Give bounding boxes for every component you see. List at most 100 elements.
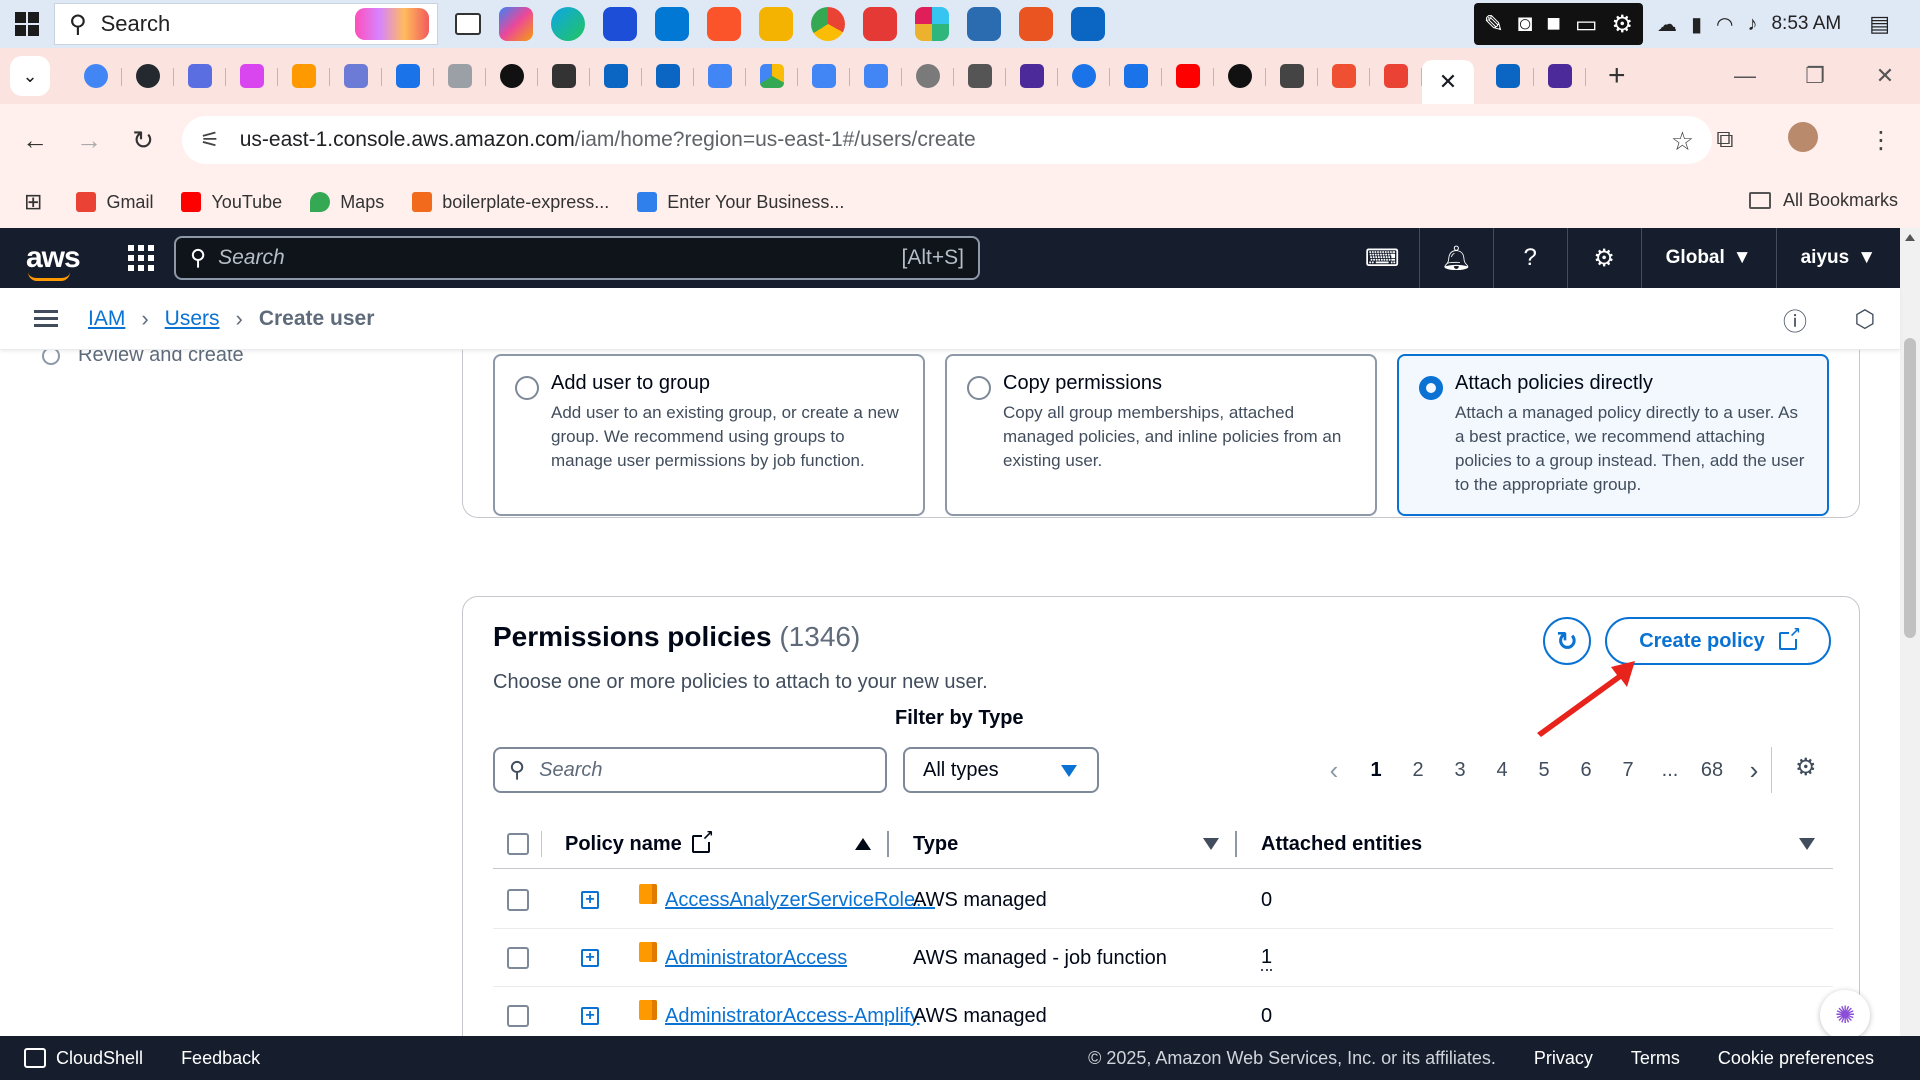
page-2[interactable]: 2 <box>1397 759 1439 782</box>
cloudshell-button[interactable]: CloudShell <box>24 1048 143 1069</box>
scroll-thumb[interactable] <box>1904 338 1916 638</box>
volume-icon[interactable]: ♪ <box>1747 13 1757 36</box>
option-add-to-group[interactable]: Add user to group Add user to an existin… <box>493 354 925 516</box>
policy-search-input[interactable]: ⚲ Search <box>493 747 887 793</box>
tab[interactable] <box>122 56 174 96</box>
office-icon[interactable] <box>863 7 897 41</box>
row-checkbox[interactable] <box>507 947 529 969</box>
aws-logo[interactable]: aws <box>26 241 81 281</box>
tab[interactable] <box>486 56 538 96</box>
page-68[interactable]: 68 <box>1691 759 1733 782</box>
snip-icon[interactable]: ✎ <box>1484 10 1504 39</box>
column-type[interactable]: Type <box>913 819 958 869</box>
bookmark-business[interactable]: Enter Your Business... <box>637 192 844 213</box>
aws-search-input[interactable]: ⚲ Search [Alt+S] <box>174 236 980 280</box>
bookmark-youtube[interactable]: YouTube <box>181 192 282 213</box>
bookmark-maps[interactable]: Maps <box>310 192 384 213</box>
sort-icon[interactable] <box>1203 819 1219 869</box>
expand-icon[interactable]: + <box>581 891 599 909</box>
row-checkbox[interactable] <box>507 889 529 911</box>
weather-icon[interactable]: ☁ <box>1657 12 1677 37</box>
option-copy-permissions[interactable]: Copy permissions Copy all group membersh… <box>945 354 1377 516</box>
tab[interactable] <box>1370 56 1422 96</box>
breadcrumb-iam[interactable]: IAM <box>88 307 125 331</box>
edge-icon[interactable] <box>551 7 585 41</box>
bell-icon[interactable]: 🔔︎ <box>1420 228 1494 288</box>
assistant-brain-icon[interactable]: ✺ <box>1820 990 1870 1036</box>
privacy-link[interactable]: Privacy <box>1534 1048 1593 1069</box>
camera-icon[interactable]: ◙ <box>1518 10 1533 38</box>
policy-link[interactable]: AdministratorAccess <box>665 947 847 970</box>
tab[interactable] <box>382 56 434 96</box>
notification-icon[interactable]: ▤ <box>1869 11 1890 37</box>
tab[interactable] <box>850 56 902 96</box>
tab[interactable] <box>434 56 486 96</box>
page-1[interactable]: 1 <box>1355 759 1397 782</box>
cookie-preferences-link[interactable]: Cookie preferences <box>1718 1048 1874 1069</box>
task-view-icon[interactable] <box>455 13 481 35</box>
attached-entities[interactable]: 1 <box>1261 946 1273 971</box>
scroll-up-icon[interactable] <box>1905 234 1915 241</box>
table-settings-icon[interactable]: ⚙ <box>1795 753 1817 782</box>
external-link-icon[interactable] <box>691 828 714 853</box>
vertical-scrollbar[interactable] <box>1900 228 1920 1036</box>
tab[interactable] <box>1534 56 1586 96</box>
all-bookmarks[interactable]: All Bookmarks <box>1748 190 1898 211</box>
account-menu[interactable]: aiyus ▼ <box>1777 228 1900 288</box>
file-explorer-icon[interactable] <box>759 7 793 41</box>
select-all-checkbox[interactable] <box>507 819 529 869</box>
tab[interactable] <box>1266 56 1318 96</box>
sort-icon[interactable] <box>1799 819 1815 869</box>
type-filter-select[interactable]: All types <box>903 747 1099 793</box>
brave-icon[interactable] <box>707 7 741 41</box>
info-icon[interactable]: ⓘ <box>1760 302 1830 337</box>
chrome-icon[interactable] <box>811 7 845 41</box>
minimize-icon[interactable]: — <box>1710 63 1780 89</box>
tab[interactable] <box>954 56 1006 96</box>
sort-ascending-icon[interactable] <box>855 819 871 869</box>
wifi-icon[interactable]: ◠ <box>1716 12 1733 37</box>
checkbox[interactable] <box>507 833 529 855</box>
gear-icon[interactable]: ⚙ <box>1612 10 1634 39</box>
tab[interactable] <box>1058 56 1110 96</box>
close-window-icon[interactable]: ✕ <box>1850 63 1920 89</box>
tab[interactable] <box>330 56 382 96</box>
region-selector[interactable]: Global ▼ <box>1642 228 1777 288</box>
copilot-icon[interactable] <box>499 7 533 41</box>
forward-icon[interactable]: → <box>62 125 116 156</box>
page-6[interactable]: 6 <box>1565 759 1607 782</box>
page-4[interactable]: 4 <box>1481 759 1523 782</box>
bookmark-boilerplate[interactable]: boilerplate-express... <box>412 192 609 213</box>
clock[interactable]: 8:53 AM <box>1771 13 1841 35</box>
site-info-icon[interactable]: ⚟ <box>200 127 220 153</box>
policy-link[interactable]: AdministratorAccess-Amplify <box>665 1005 920 1028</box>
page-5[interactable]: 5 <box>1523 759 1565 782</box>
windows-start-icon[interactable] <box>0 0 54 48</box>
page-7[interactable]: 7 <box>1607 759 1649 782</box>
page-3[interactable]: 3 <box>1439 759 1481 782</box>
apps-grid-icon[interactable]: ⊞ <box>24 189 42 215</box>
services-menu-icon[interactable] <box>127 245 154 271</box>
ubuntu-icon[interactable] <box>1019 7 1053 41</box>
tab-search-dropdown-icon[interactable]: ⌄ <box>10 56 50 96</box>
hexagon-settings-icon[interactable]: ⬡ <box>1830 305 1900 334</box>
tab[interactable] <box>1006 56 1058 96</box>
tab[interactable] <box>278 56 330 96</box>
tab[interactable] <box>798 56 850 96</box>
cloudshell-icon[interactable]: ⌨ <box>1346 228 1420 288</box>
terms-link[interactable]: Terms <box>1631 1048 1680 1069</box>
option-attach-policies[interactable]: Attach policies directly Attach a manage… <box>1397 354 1829 516</box>
policy-link[interactable]: AccessAnalyzerServiceRole… <box>665 889 935 912</box>
tab[interactable] <box>746 56 798 96</box>
tab[interactable] <box>70 56 122 96</box>
column-policy-name[interactable]: Policy name <box>565 819 714 869</box>
tab[interactable] <box>538 56 590 96</box>
radio-button-selected[interactable] <box>1419 376 1443 400</box>
window-icon[interactable]: ▭ <box>1575 10 1598 39</box>
radio-button[interactable] <box>515 376 539 400</box>
remote-desktop-icon[interactable] <box>967 7 1001 41</box>
tab[interactable] <box>174 56 226 96</box>
reload-icon[interactable]: ↻ <box>116 125 170 156</box>
feedback-link[interactable]: Feedback <box>181 1048 260 1069</box>
chevron-right-icon[interactable]: › <box>1733 755 1775 786</box>
